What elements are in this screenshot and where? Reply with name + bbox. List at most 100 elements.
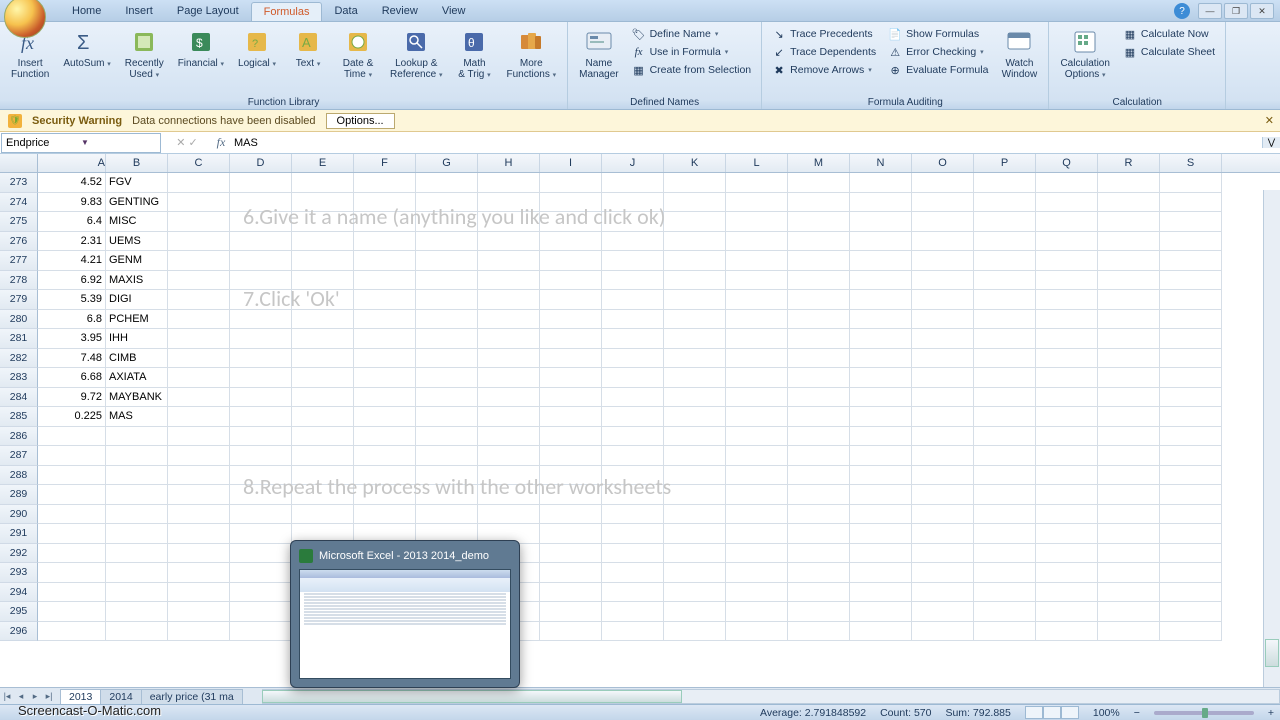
cell[interactable] — [38, 602, 106, 622]
cell[interactable] — [912, 368, 974, 388]
cell[interactable] — [1160, 466, 1222, 486]
cell[interactable] — [540, 271, 602, 291]
cell[interactable] — [602, 290, 664, 310]
cell[interactable] — [850, 544, 912, 564]
cell[interactable] — [726, 427, 788, 447]
cell[interactable] — [974, 524, 1036, 544]
cell[interactable] — [1036, 466, 1098, 486]
create-from-selection-button[interactable]: ▦Create from Selection — [628, 62, 756, 78]
cell[interactable] — [230, 271, 292, 291]
cell[interactable] — [354, 290, 416, 310]
evaluate-formula-button[interactable]: ⊕Evaluate Formula — [884, 62, 992, 78]
cell[interactable] — [850, 407, 912, 427]
cell[interactable] — [912, 349, 974, 369]
trace-dependents-button[interactable]: ↙Trace Dependents — [768, 44, 880, 60]
cell[interactable]: 6.8 — [38, 310, 106, 330]
cell[interactable] — [168, 446, 230, 466]
cell[interactable]: MAXIS — [106, 271, 168, 291]
cell[interactable] — [1036, 524, 1098, 544]
cell[interactable] — [726, 602, 788, 622]
cell[interactable] — [1036, 368, 1098, 388]
cell[interactable] — [168, 427, 230, 447]
cell[interactable] — [354, 271, 416, 291]
cell[interactable] — [416, 212, 478, 232]
cell[interactable] — [850, 622, 912, 642]
cell[interactable] — [974, 310, 1036, 330]
cell[interactable] — [1036, 583, 1098, 603]
cell[interactable] — [38, 446, 106, 466]
cell[interactable] — [1036, 544, 1098, 564]
cell[interactable] — [664, 212, 726, 232]
cell[interactable] — [850, 310, 912, 330]
cell[interactable] — [540, 212, 602, 232]
trace-precedents-button[interactable]: ↘Trace Precedents — [768, 26, 880, 42]
zoom-slider[interactable] — [1154, 711, 1254, 715]
cell[interactable] — [912, 193, 974, 213]
financial-button[interactable]: $ Financial ▾ — [173, 24, 229, 73]
tab-insert[interactable]: Insert — [113, 2, 165, 21]
vertical-scrollbar[interactable] — [1263, 190, 1280, 687]
cell[interactable] — [416, 427, 478, 447]
cell[interactable] — [974, 212, 1036, 232]
cell[interactable]: MAS — [106, 407, 168, 427]
cell[interactable] — [726, 583, 788, 603]
cell[interactable] — [850, 388, 912, 408]
cell[interactable] — [416, 290, 478, 310]
cell[interactable] — [664, 407, 726, 427]
tab-home[interactable]: Home — [60, 2, 113, 21]
cell[interactable] — [1036, 232, 1098, 252]
row-header[interactable]: 279 — [0, 290, 38, 310]
cell[interactable] — [1036, 193, 1098, 213]
cell[interactable] — [38, 466, 106, 486]
cell[interactable] — [354, 173, 416, 193]
row-header[interactable]: 277 — [0, 251, 38, 271]
cell[interactable] — [850, 485, 912, 505]
cell[interactable] — [602, 368, 664, 388]
cell[interactable] — [974, 407, 1036, 427]
cell[interactable] — [1036, 388, 1098, 408]
cell[interactable] — [974, 193, 1036, 213]
row-header[interactable]: 285 — [0, 407, 38, 427]
cell[interactable] — [1098, 524, 1160, 544]
cell[interactable] — [292, 329, 354, 349]
cell[interactable] — [230, 505, 292, 525]
cell[interactable] — [974, 583, 1036, 603]
cell[interactable] — [1098, 232, 1160, 252]
cell[interactable] — [974, 290, 1036, 310]
cell[interactable] — [478, 232, 540, 252]
cell[interactable] — [540, 485, 602, 505]
cell[interactable] — [788, 563, 850, 583]
cell[interactable] — [168, 505, 230, 525]
restore-button[interactable]: ❐ — [1224, 3, 1248, 19]
tab-page-layout[interactable]: Page Layout — [165, 2, 251, 21]
sheet-tab[interactable]: 2014 — [100, 689, 141, 704]
cell[interactable] — [1036, 427, 1098, 447]
options-button[interactable]: Options... — [326, 113, 395, 129]
prev-sheet-button[interactable]: ◂ — [14, 691, 28, 702]
cell[interactable] — [912, 466, 974, 486]
cell[interactable] — [230, 173, 292, 193]
cell[interactable] — [1160, 524, 1222, 544]
cell[interactable] — [106, 446, 168, 466]
cell[interactable] — [602, 427, 664, 447]
cell[interactable] — [602, 466, 664, 486]
cell[interactable] — [726, 388, 788, 408]
cell[interactable] — [912, 524, 974, 544]
preview-thumbnail[interactable] — [299, 569, 511, 679]
cell[interactable] — [788, 427, 850, 447]
cell[interactable] — [478, 251, 540, 271]
cell[interactable] — [850, 232, 912, 252]
cell[interactable] — [974, 544, 1036, 564]
cell[interactable] — [292, 427, 354, 447]
name-box[interactable]: Endprice▼ — [1, 133, 161, 153]
tab-data[interactable]: Data — [322, 2, 369, 21]
cell[interactable] — [540, 427, 602, 447]
cell[interactable] — [230, 563, 292, 583]
cell[interactable] — [354, 349, 416, 369]
cell[interactable] — [1036, 446, 1098, 466]
cell[interactable] — [478, 310, 540, 330]
cell[interactable] — [1036, 271, 1098, 291]
cell[interactable] — [540, 388, 602, 408]
cell[interactable] — [540, 232, 602, 252]
cell[interactable] — [1098, 212, 1160, 232]
